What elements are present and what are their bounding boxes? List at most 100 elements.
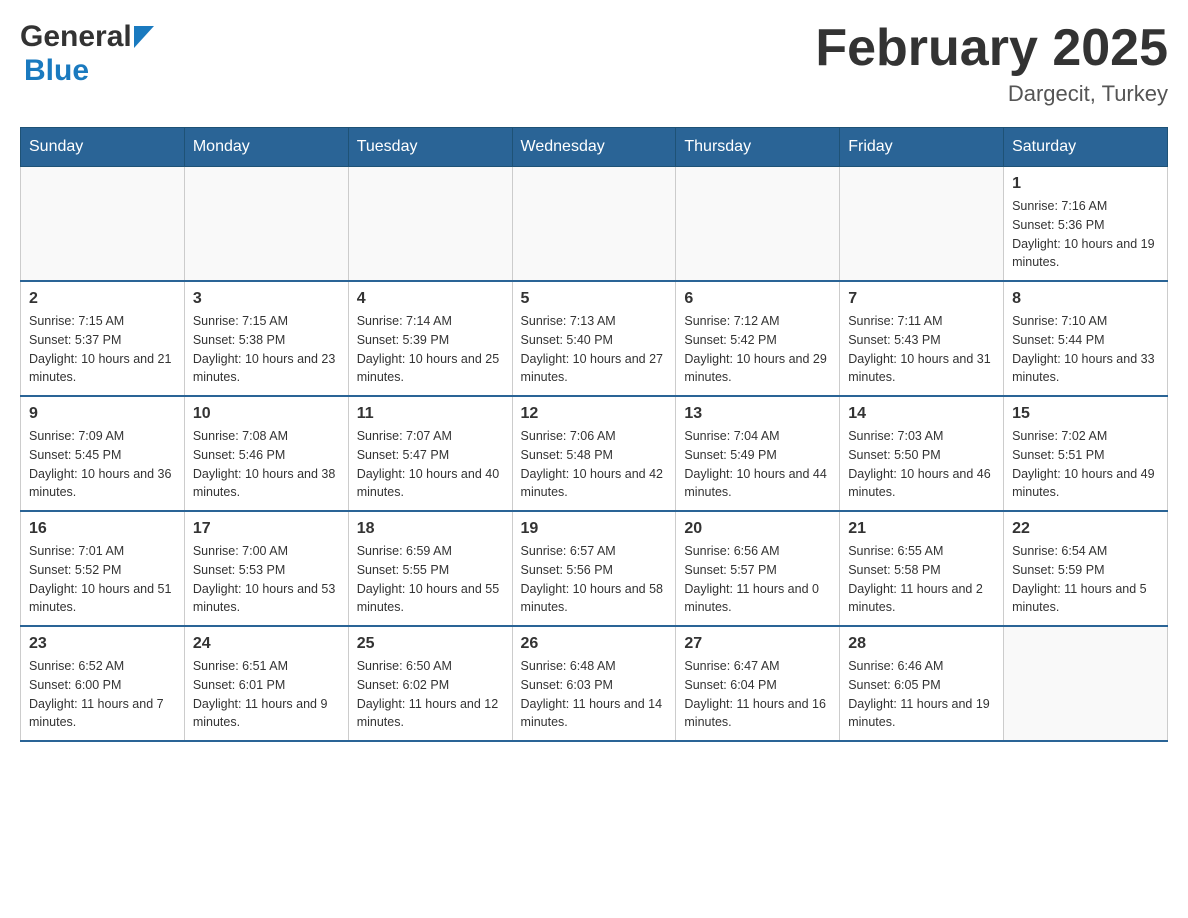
day-number: 4 — [357, 290, 504, 308]
calendar-cell: 20Sunrise: 6:56 AMSunset: 5:57 PMDayligh… — [676, 511, 840, 626]
day-info: Sunrise: 7:11 AMSunset: 5:43 PMDaylight:… — [848, 312, 995, 387]
calendar-cell: 18Sunrise: 6:59 AMSunset: 5:55 PMDayligh… — [348, 511, 512, 626]
day-info: Sunrise: 7:10 AMSunset: 5:44 PMDaylight:… — [1012, 312, 1159, 387]
column-header-saturday: Saturday — [1004, 128, 1168, 167]
day-number: 18 — [357, 520, 504, 538]
calendar-week-row: 16 Sunrise: 7:01 AMSunset: 5:52 PMDayligh… — [21, 511, 1168, 626]
day-info: Sunrise: 7:09 AMSunset: 5:45 PMDaylight:… — [29, 427, 176, 502]
logo-arrow-icon — [134, 26, 154, 53]
day-info: Sunrise: 7:06 AMSunset: 5:48 PMDaylight:… — [521, 427, 668, 502]
calendar-cell: 23 Sunrise: 6:52 AMSunset: 6:00 PMDayligh… — [21, 626, 185, 741]
calendar-cell: 13 Sunrise: 7:04 AMSunset: 5:49 PMDayligh… — [676, 396, 840, 511]
calendar-week-row: 23 Sunrise: 6:52 AMSunset: 6:00 PMDayligh… — [21, 626, 1168, 741]
calendar-cell: 24Sunrise: 6:51 AMSunset: 6:01 PMDayligh… — [184, 626, 348, 741]
calendar-cell: 25 Sunrise: 6:50 AMSunset: 6:02 PMDayligh… — [348, 626, 512, 741]
logo-general-text: General — [20, 20, 132, 54]
day-info: Sunrise: 7:00 AMSunset: 5:53 PMDaylight:… — [193, 542, 340, 617]
day-info: Sunrise: 7:04 AMSunset: 5:49 PMDaylight:… — [684, 427, 831, 502]
calendar-cell: 19 Sunrise: 6:57 AMSunset: 5:56 PMDayligh… — [512, 511, 676, 626]
day-info: Sunrise: 6:50 AMSunset: 6:02 PMDaylight:… — [357, 657, 504, 732]
day-info: Sunrise: 7:02 AMSunset: 5:51 PMDaylight:… — [1012, 427, 1159, 502]
calendar-cell: 5 Sunrise: 7:13 AMSunset: 5:40 PMDaylight… — [512, 281, 676, 396]
day-number: 13 — [684, 405, 831, 423]
calendar-cell: 9 Sunrise: 7:09 AMSunset: 5:45 PMDaylight… — [21, 396, 185, 511]
calendar-table: SundayMondayTuesdayWednesdayThursdayFrid… — [20, 127, 1168, 742]
calendar-cell: 14 Sunrise: 7:03 AMSunset: 5:50 PMDayligh… — [840, 396, 1004, 511]
day-number: 10 — [193, 405, 340, 423]
day-info: Sunrise: 7:12 AMSunset: 5:42 PMDaylight:… — [684, 312, 831, 387]
calendar-cell — [1004, 626, 1168, 741]
day-info: Sunrise: 7:15 AMSunset: 5:37 PMDaylight:… — [29, 312, 176, 387]
calendar-cell: 8Sunrise: 7:10 AMSunset: 5:44 PMDaylight… — [1004, 281, 1168, 396]
calendar-cell — [21, 167, 185, 282]
day-number: 23 — [29, 635, 176, 653]
day-info: Sunrise: 6:57 AMSunset: 5:56 PMDaylight:… — [521, 542, 668, 617]
day-info: Sunrise: 7:03 AMSunset: 5:50 PMDaylight:… — [848, 427, 995, 502]
day-info: Sunrise: 7:14 AMSunset: 5:39 PMDaylight:… — [357, 312, 504, 387]
calendar-cell — [840, 167, 1004, 282]
day-info: Sunrise: 7:15 AMSunset: 5:38 PMDaylight:… — [193, 312, 340, 387]
calendar-cell — [184, 167, 348, 282]
column-header-thursday: Thursday — [676, 128, 840, 167]
calendar-cell: 10 Sunrise: 7:08 AMSunset: 5:46 PMDayligh… — [184, 396, 348, 511]
calendar-cell: 12 Sunrise: 7:06 AMSunset: 5:48 PMDayligh… — [512, 396, 676, 511]
calendar-cell: 28 Sunrise: 6:46 AMSunset: 6:05 PMDayligh… — [840, 626, 1004, 741]
day-number: 2 — [29, 290, 176, 308]
day-number: 21 — [848, 520, 995, 538]
day-number: 28 — [848, 635, 995, 653]
calendar-cell: 27Sunrise: 6:47 AMSunset: 6:04 PMDayligh… — [676, 626, 840, 741]
calendar-cell — [512, 167, 676, 282]
day-number: 12 — [521, 405, 668, 423]
day-number: 20 — [684, 520, 831, 538]
day-number: 9 — [29, 405, 176, 423]
logo: General Blue — [20, 20, 154, 88]
day-number: 11 — [357, 405, 504, 423]
day-number: 16 — [29, 520, 176, 538]
calendar-cell: 6 Sunrise: 7:12 AMSunset: 5:42 PMDaylight… — [676, 281, 840, 396]
title-block: February 2025 Dargecit, Turkey — [815, 20, 1168, 107]
day-info: Sunrise: 6:54 AMSunset: 5:59 PMDaylight:… — [1012, 542, 1159, 617]
day-info: Sunrise: 6:55 AMSunset: 5:58 PMDaylight:… — [848, 542, 995, 617]
column-header-monday: Monday — [184, 128, 348, 167]
calendar-subtitle: Dargecit, Turkey — [815, 81, 1168, 107]
calendar-cell: 17Sunrise: 7:00 AMSunset: 5:53 PMDayligh… — [184, 511, 348, 626]
calendar-cell: 3 Sunrise: 7:15 AMSunset: 5:38 PMDaylight… — [184, 281, 348, 396]
calendar-cell: 2 Sunrise: 7:15 AMSunset: 5:37 PMDaylight… — [21, 281, 185, 396]
calendar-cell: 21 Sunrise: 6:55 AMSunset: 5:58 PMDayligh… — [840, 511, 1004, 626]
calendar-cell: 7 Sunrise: 7:11 AMSunset: 5:43 PMDaylight… — [840, 281, 1004, 396]
day-info: Sunrise: 7:16 AMSunset: 5:36 PMDaylight:… — [1012, 197, 1159, 272]
day-info: Sunrise: 6:46 AMSunset: 6:05 PMDaylight:… — [848, 657, 995, 732]
day-info: Sunrise: 6:51 AMSunset: 6:01 PMDaylight:… — [193, 657, 340, 732]
calendar-cell: 11 Sunrise: 7:07 AMSunset: 5:47 PMDayligh… — [348, 396, 512, 511]
day-info: Sunrise: 7:08 AMSunset: 5:46 PMDaylight:… — [193, 427, 340, 502]
day-info: Sunrise: 7:01 AMSunset: 5:52 PMDaylight:… — [29, 542, 176, 617]
column-header-sunday: Sunday — [21, 128, 185, 167]
column-header-tuesday: Tuesday — [348, 128, 512, 167]
day-number: 15 — [1012, 405, 1159, 423]
calendar-cell: 16 Sunrise: 7:01 AMSunset: 5:52 PMDayligh… — [21, 511, 185, 626]
day-info: Sunrise: 7:13 AMSunset: 5:40 PMDaylight:… — [521, 312, 668, 387]
calendar-week-row: 2 Sunrise: 7:15 AMSunset: 5:37 PMDaylight… — [21, 281, 1168, 396]
day-number: 19 — [521, 520, 668, 538]
day-number: 7 — [848, 290, 995, 308]
column-header-wednesday: Wednesday — [512, 128, 676, 167]
day-number: 27 — [684, 635, 831, 653]
day-number: 3 — [193, 290, 340, 308]
calendar-cell: 1Sunrise: 7:16 AMSunset: 5:36 PMDaylight… — [1004, 167, 1168, 282]
day-info: Sunrise: 6:52 AMSunset: 6:00 PMDaylight:… — [29, 657, 176, 732]
calendar-cell: 22 Sunrise: 6:54 AMSunset: 5:59 PMDayligh… — [1004, 511, 1168, 626]
day-number: 14 — [848, 405, 995, 423]
page-header: General Blue February 2025 Dargecit, Tur… — [20, 20, 1168, 107]
day-number: 26 — [521, 635, 668, 653]
calendar-cell — [348, 167, 512, 282]
day-info: Sunrise: 6:48 AMSunset: 6:03 PMDaylight:… — [521, 657, 668, 732]
calendar-week-row: 9 Sunrise: 7:09 AMSunset: 5:45 PMDaylight… — [21, 396, 1168, 511]
day-number: 6 — [684, 290, 831, 308]
day-number: 22 — [1012, 520, 1159, 538]
day-number: 25 — [357, 635, 504, 653]
logo-blue-text: Blue — [24, 54, 89, 87]
day-info: Sunrise: 7:07 AMSunset: 5:47 PMDaylight:… — [357, 427, 504, 502]
calendar-week-row: 1Sunrise: 7:16 AMSunset: 5:36 PMDaylight… — [21, 167, 1168, 282]
calendar-title: February 2025 — [815, 20, 1168, 77]
day-number: 5 — [521, 290, 668, 308]
